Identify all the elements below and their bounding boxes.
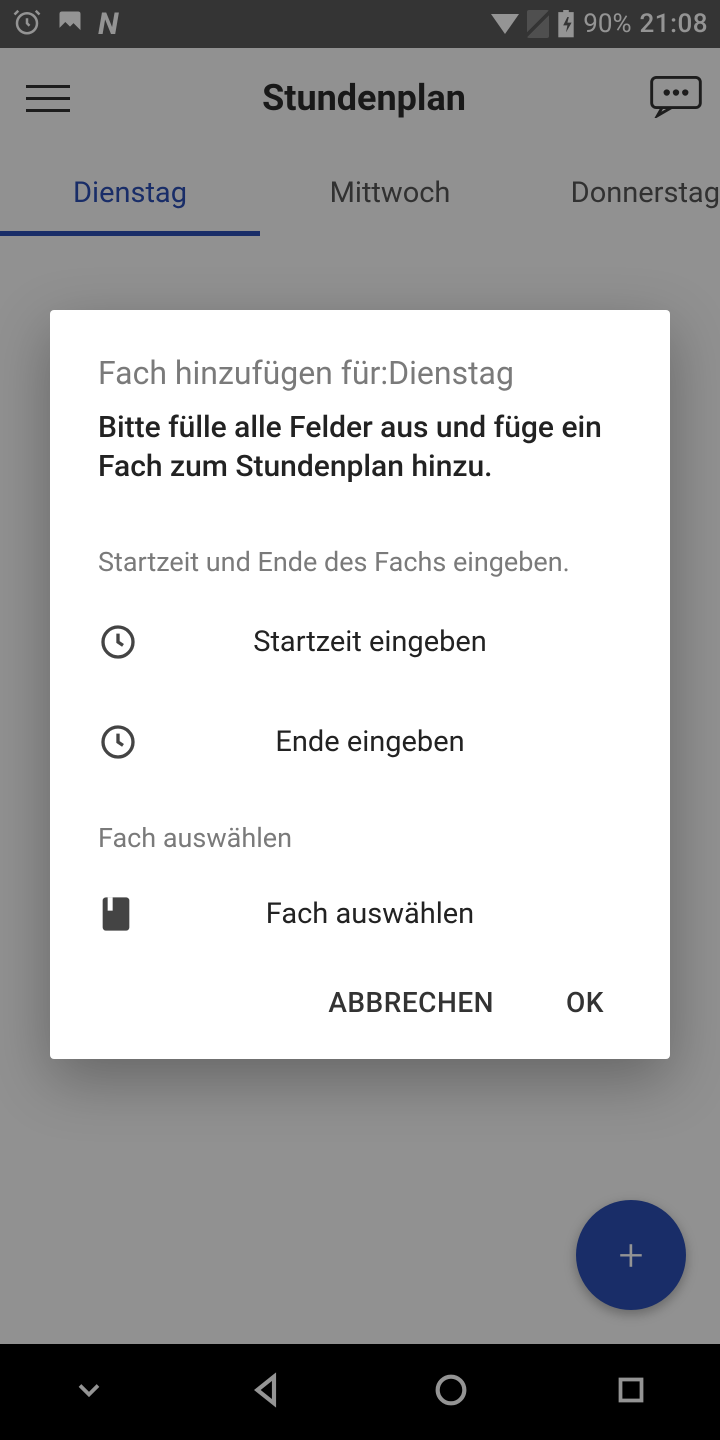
class-icon (98, 894, 158, 934)
end-time-label: Ende eingeben (158, 725, 622, 759)
subject-row[interactable]: Fach auswählen (98, 894, 622, 934)
cancel-button[interactable]: ABBRECHEN (320, 974, 502, 1031)
dialog-subtitle: Bitte fülle alle Felder aus und füge ein… (98, 408, 622, 486)
subject-section-label: Fach auswählen (98, 822, 622, 854)
subject-label: Fach auswählen (158, 897, 622, 931)
end-time-row[interactable]: Ende eingeben (98, 722, 622, 762)
start-time-label: Startzeit eingeben (158, 625, 622, 659)
ok-button[interactable]: OK (558, 974, 612, 1031)
time-section-label: Startzeit und Ende des Fachs eingeben. (98, 546, 622, 578)
add-subject-dialog: Fach hinzufügen für:Dienstag Bitte fülle… (50, 310, 670, 1059)
dialog-overlay[interactable]: Fach hinzufügen für:Dienstag Bitte fülle… (0, 0, 720, 1440)
start-time-row[interactable]: Startzeit eingeben (98, 622, 622, 662)
clock-icon (98, 622, 158, 662)
dialog-title: Fach hinzufügen für:Dienstag (98, 354, 622, 392)
clock-icon (98, 722, 158, 762)
